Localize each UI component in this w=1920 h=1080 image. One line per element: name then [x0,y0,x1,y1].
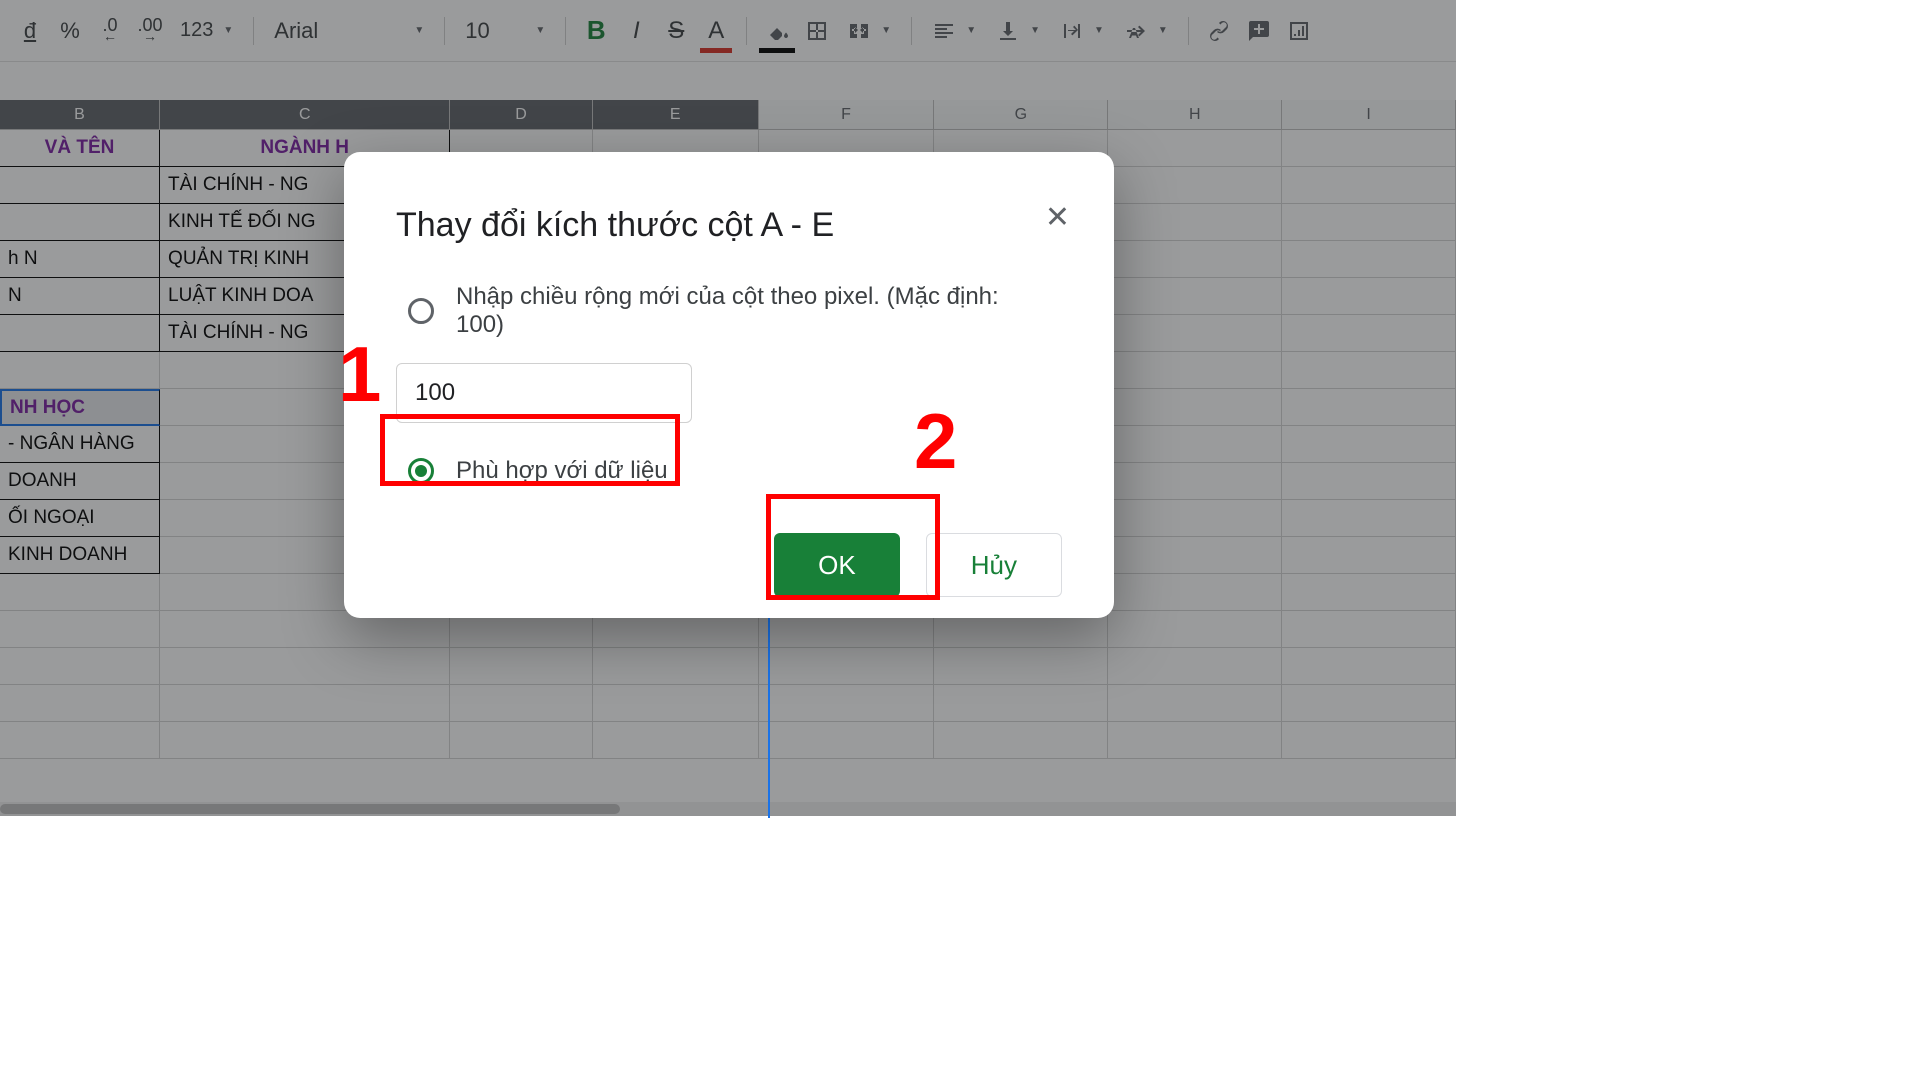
dialog-close-button[interactable]: ✕ [1045,200,1070,235]
pixel-width-input[interactable] [396,363,692,423]
radio-selected-icon [408,458,434,484]
cancel-button[interactable]: Hủy [926,533,1062,597]
resize-columns-dialog: ✕ Thay đổi kích thước cột A - E Nhập chi… [344,152,1114,618]
radio-enter-pixel-width[interactable]: Nhập chiều rộng mới của cột theo pixel. … [396,279,1062,343]
radio-unselected-icon [408,298,434,324]
ok-button[interactable]: OK [774,533,900,597]
radio-fit-label: Phù hợp với dữ liệu [456,457,668,485]
dialog-button-row: OK Hủy [396,533,1062,597]
radio-pixel-label: Nhập chiều rộng mới của cột theo pixel. … [456,283,1052,339]
dialog-title: Thay đổi kích thước cột A - E [396,206,1062,245]
radio-fit-to-data[interactable]: Phù hợp với dữ liệu [396,453,1062,489]
